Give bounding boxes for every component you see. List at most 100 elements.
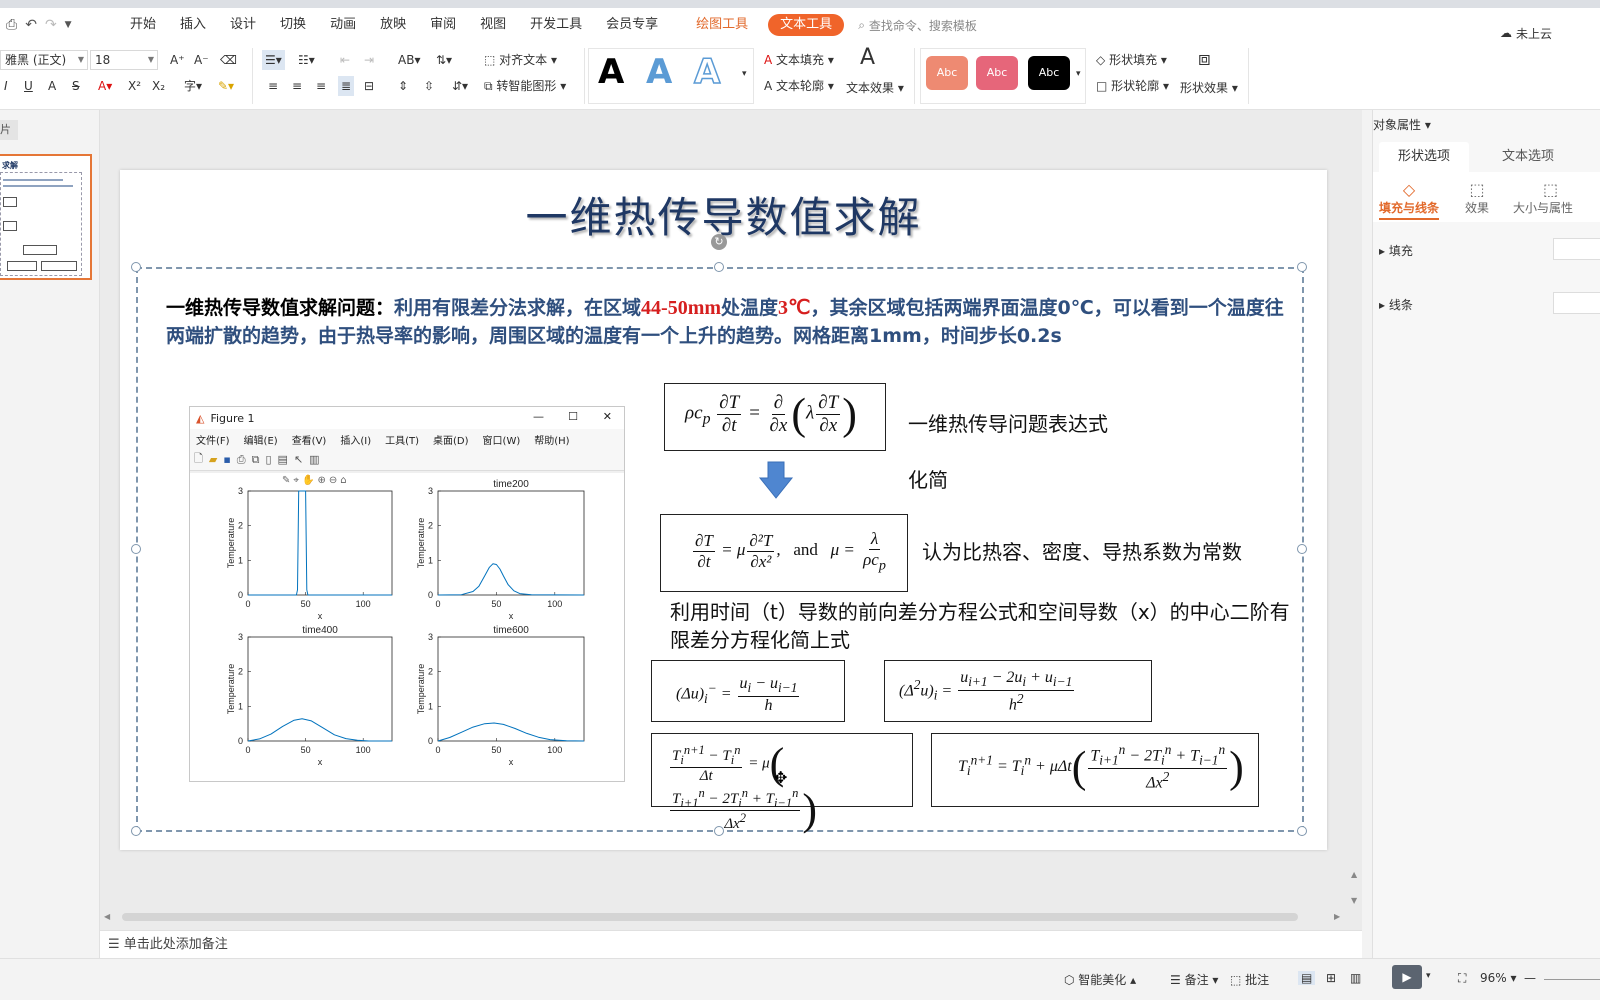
- print-icon[interactable]: ⎙: [237, 453, 246, 467]
- subtab-size[interactable]: ⬚ 大小与属性: [1513, 180, 1600, 216]
- paragraph-spacing-icon[interactable]: ⇕: [398, 76, 408, 96]
- figure-menu-item[interactable]: 编辑(E): [244, 432, 278, 447]
- resize-handle[interactable]: [131, 262, 141, 272]
- line-spacing-2-icon[interactable]: ⇵▾: [452, 76, 468, 96]
- maximize-icon[interactable]: ☐: [568, 410, 578, 423]
- command-search[interactable]: ⌕ 查找命令、搜索模板: [858, 17, 977, 34]
- menu-item[interactable]: 视图: [468, 8, 518, 42]
- scroll-up-icon[interactable]: ▲: [1351, 870, 1357, 879]
- zoom-out-icon[interactable]: ⊖: [329, 475, 340, 486]
- label-constants[interactable]: 认为比热容、密度、导热系数为常数: [922, 536, 1242, 565]
- text-style-outline[interactable]: A: [693, 51, 721, 93]
- text-fill-button[interactable]: A 文本填充 ▾: [764, 50, 834, 70]
- section-line[interactable]: ▸ 线条: [1379, 296, 1413, 313]
- close-icon[interactable]: ✕: [603, 410, 612, 423]
- shape-style-salmon[interactable]: Abc: [926, 56, 968, 90]
- insert-legend-icon[interactable]: ▤: [278, 453, 288, 466]
- label-method[interactable]: 利用时间（t）导数的前向差分方程公式和空间导数（x）的中心二阶有限差分方程化简上…: [670, 598, 1300, 654]
- new-file-icon[interactable]: 🗋: [194, 450, 203, 469]
- zoom-level[interactable]: 96% ▾: [1480, 971, 1517, 985]
- fit-window-icon[interactable]: ⛶: [1458, 971, 1466, 986]
- text-direction-icon[interactable]: AB▾: [398, 50, 420, 70]
- matlab-figure-image[interactable]: ◭ Figure 1 — ☐ ✕ 文件(F) 编辑(E) 查看(V) 插入(I) 工具(…: [189, 406, 625, 782]
- heat-equation-box[interactable]: ρcp ∂T ∂t = ∂ ∂x (λ ∂T ∂x): [664, 383, 886, 451]
- smart-shape-button[interactable]: ⧉ 转智能图形 ▾: [484, 76, 566, 96]
- fill-select[interactable]: [1553, 238, 1600, 260]
- resize-handle[interactable]: [714, 262, 724, 272]
- figure-menu-item[interactable]: 文件(F): [196, 432, 230, 447]
- thumbnail-tab[interactable]: 片: [0, 120, 18, 140]
- align-right-icon[interactable]: ≡: [316, 76, 326, 96]
- minimize-icon[interactable]: —: [533, 410, 544, 423]
- underline-icon[interactable]: U: [24, 76, 33, 96]
- play-icon[interactable]: ▶: [1392, 965, 1422, 989]
- resize-handle[interactable]: [131, 826, 141, 836]
- vertical-scrollbar[interactable]: ▲ ▼: [1348, 110, 1360, 920]
- print-preview-icon[interactable]: ⎙: [6, 17, 17, 33]
- notes-toggle-button[interactable]: ☰ 备注 ▾: [1170, 971, 1218, 988]
- phonetic-icon[interactable]: 字▾: [184, 76, 202, 96]
- intro-paragraph[interactable]: 一维热传导数值求解问题：利用有限差分法求解，在区域44-50mm处温度3℃，其余…: [166, 294, 1286, 350]
- shape-gallery-more-icon[interactable]: ▾: [1076, 64, 1081, 84]
- increase-font-icon[interactable]: A⁺: [170, 50, 185, 70]
- datatip-icon[interactable]: ⌖: [293, 475, 302, 486]
- gallery-more-icon[interactable]: ▾: [742, 64, 747, 84]
- shape-style-black[interactable]: Abc: [1028, 56, 1070, 90]
- font-size-select[interactable]: 18 ▼: [90, 50, 158, 70]
- property-editor-icon[interactable]: ▥: [309, 453, 319, 466]
- slide-sorter-icon[interactable]: ⊞: [1326, 971, 1336, 985]
- figure-menu-item[interactable]: 窗口(W): [483, 432, 521, 447]
- resize-handle[interactable]: [131, 544, 141, 554]
- shape-effect-button[interactable]: 形状效果 ▾: [1180, 78, 1238, 98]
- open-folder-icon[interactable]: ▰: [209, 453, 217, 466]
- play-options-icon[interactable]: ▾: [1426, 971, 1431, 981]
- zoom-in-icon[interactable]: ⊕: [317, 475, 328, 486]
- brush-icon[interactable]: ✎: [282, 475, 293, 486]
- clear-format-icon[interactable]: ⌫: [220, 50, 237, 70]
- menu-item[interactable]: 插入: [168, 8, 218, 42]
- scroll-right-icon[interactable]: ▶: [1334, 912, 1340, 921]
- menu-item[interactable]: 动画: [318, 8, 368, 42]
- font-name-select[interactable]: 雅黑 (正文) ▼: [0, 50, 88, 70]
- link-icon[interactable]: ⧉: [252, 453, 260, 467]
- font-color-icon[interactable]: A▾: [98, 76, 112, 96]
- save-icon[interactable]: ▪: [223, 453, 230, 466]
- scrollbar-thumb[interactable]: [122, 913, 1298, 921]
- pan-icon[interactable]: ✋: [302, 475, 317, 486]
- figure-menu-item[interactable]: 查看(V): [292, 432, 327, 447]
- pointer-icon[interactable]: ↖: [294, 453, 303, 466]
- decrease-font-icon[interactable]: A⁻: [194, 50, 209, 70]
- distribute-icon[interactable]: ⊟: [364, 76, 374, 96]
- text-outline-button[interactable]: A 文本轮廓 ▾: [764, 76, 834, 96]
- resize-handle[interactable]: [1297, 262, 1307, 272]
- scroll-down-icon[interactable]: ▼: [1351, 896, 1357, 905]
- undo-icon[interactable]: ↶: [25, 17, 37, 33]
- justify-icon[interactable]: ≣: [338, 76, 355, 96]
- update-equation-box[interactable]: Tin+1 = Tin + μΔt(Ti+1n − 2Tin + Ti−1n Δx…: [931, 733, 1259, 807]
- scroll-left-icon[interactable]: ◀: [104, 912, 110, 921]
- label-expression[interactable]: 一维热传导问题表达式: [908, 408, 1108, 437]
- increase-indent-icon[interactable]: ⇥: [364, 50, 374, 70]
- comments-button[interactable]: ⬚ 批注: [1230, 971, 1269, 988]
- horizontal-scrollbar[interactable]: ◀ ▶: [104, 912, 1344, 922]
- label-simplify[interactable]: 化简: [908, 464, 948, 493]
- figure-menu-item[interactable]: 工具(T): [385, 432, 419, 447]
- line-select[interactable]: [1553, 292, 1600, 314]
- figure-menu-item[interactable]: 插入(I): [340, 432, 371, 447]
- redo-icon[interactable]: ↷: [45, 17, 57, 33]
- figure-menu-item[interactable]: 帮助(H): [534, 432, 569, 447]
- tab-drawing-tools[interactable]: 绘图工具: [684, 8, 760, 42]
- rotate-handle-icon[interactable]: ↻: [711, 234, 727, 250]
- second-difference-box[interactable]: (Δ2u)i = ui+1 − 2ui + ui−1 h2: [884, 660, 1152, 722]
- customize-dropdown-icon[interactable]: ▼: [65, 20, 72, 30]
- slide-thumbnail-1[interactable]: 求解: [0, 154, 92, 280]
- text-effect-button[interactable]: 文本效果 ▾: [846, 78, 904, 98]
- subtab-fill-line[interactable]: ◇ 填充与线条: [1373, 180, 1445, 220]
- resize-handle[interactable]: [1297, 826, 1307, 836]
- zoom-out-button[interactable]: —: [1524, 971, 1536, 985]
- menu-item[interactable]: 审阅: [418, 8, 468, 42]
- menu-item[interactable]: 设计: [218, 8, 268, 42]
- smart-beautify-button[interactable]: ⬡ 智能美化 ▴: [1064, 971, 1136, 988]
- section-fill[interactable]: ▸ 填充: [1379, 242, 1413, 259]
- notes-area[interactable]: ☰ 单击此处添加备注: [100, 930, 1362, 958]
